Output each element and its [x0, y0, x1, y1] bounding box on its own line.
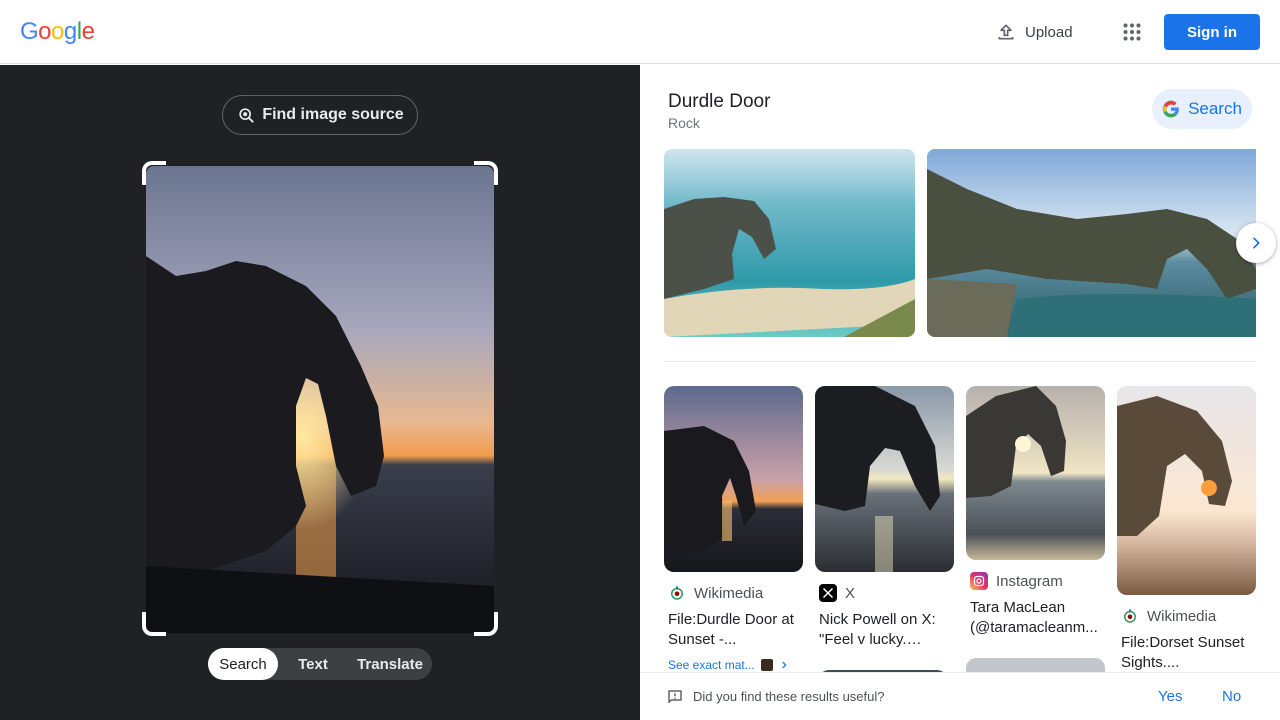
x-logo-icon — [819, 584, 837, 602]
find-image-source-label: Find image source — [262, 106, 404, 123]
result-source: Wikimedia — [694, 584, 764, 602]
exact-match-thumb — [760, 659, 773, 671]
result-source: Wikimedia — [1147, 607, 1217, 625]
feedback-bar: Did you find these results useful? Yes N… — [640, 672, 1280, 720]
next-result-preview — [966, 658, 1105, 672]
result-card[interactable]: X Nick Powell on X: "Feel v lucky. Four.… — [815, 386, 954, 650]
upload-label: Upload — [1025, 23, 1073, 41]
google-search-button[interactable]: Search — [1152, 89, 1252, 129]
image-preview-pane: Find image source Search Text Translate — [0, 65, 640, 720]
logo-letter: o — [51, 18, 64, 45]
apps-grid-icon — [1123, 23, 1141, 41]
mode-tab-search[interactable]: Search — [208, 648, 278, 680]
section-divider — [664, 361, 1256, 362]
wikimedia-icon — [1121, 607, 1139, 625]
upload-button[interactable]: Upload — [984, 12, 1085, 52]
result-card[interactable]: Wikimedia File:Dorset Sunset Sights.... — [1117, 386, 1256, 673]
chevron-right-icon — [782, 661, 787, 669]
result-thumbnail[interactable] — [966, 386, 1105, 560]
result-title[interactable]: File:Dorset Sunset Sights.... — [1121, 633, 1253, 673]
carousel-next-button[interactable] — [1236, 223, 1276, 263]
logo-letter: g — [63, 18, 77, 45]
see-exact-matches-link[interactable]: See exact mat... — [668, 658, 803, 672]
logo-letter: G — [20, 18, 39, 45]
google-logo[interactable]: G o o g l e — [20, 18, 95, 46]
result-thumbnail[interactable] — [1117, 386, 1256, 595]
feedback-yes-button[interactable]: Yes — [1158, 688, 1182, 705]
feedback-no-button[interactable]: No — [1222, 688, 1241, 705]
entity-image[interactable] — [927, 149, 1256, 337]
mode-tab-text[interactable]: Text — [278, 648, 348, 680]
result-title[interactable]: Nick Powell on X: "Feel v lucky. Four... — [819, 610, 951, 650]
crop-handle-top-right[interactable] — [474, 161, 498, 185]
logo-letter: o — [38, 18, 52, 45]
results-pane: Durdle Door Rock Search Wikimedia File:D… — [640, 65, 1280, 720]
lens-search-icon — [239, 108, 254, 123]
feedback-icon — [668, 690, 682, 703]
mode-tab-translate[interactable]: Translate — [348, 648, 432, 680]
sign-in-button[interactable]: Sign in — [1164, 14, 1260, 50]
google-g-icon — [1162, 100, 1179, 118]
result-title[interactable]: Tara MacLean (@taramacleanm... — [970, 598, 1102, 638]
entity-subtitle: Rock — [668, 115, 700, 131]
result-title[interactable]: File:Durdle Door at Sunset -... — [668, 610, 800, 650]
result-card[interactable]: Instagram Tara MacLean (@taramacleanm... — [966, 386, 1105, 638]
result-source: Instagram — [996, 572, 1063, 590]
result-thumbnail[interactable] — [664, 386, 803, 572]
query-image — [146, 166, 494, 633]
entity-title[interactable]: Durdle Door — [668, 91, 770, 113]
crop-handle-bottom-left[interactable] — [142, 612, 166, 636]
find-image-source-button[interactable]: Find image source — [222, 95, 418, 135]
entity-image[interactable] — [664, 149, 915, 337]
google-search-label: Search — [1188, 99, 1242, 118]
top-bar: G o o g l e Upload Sign in — [0, 0, 1280, 64]
feedback-question: Did you find these results useful? — [693, 689, 885, 704]
result-source: X — [845, 584, 856, 602]
result-card[interactable]: Wikimedia File:Durdle Door at Sunset -..… — [664, 386, 803, 672]
exact-match-label: See exact mat... — [668, 658, 755, 672]
mode-switcher: Search Text Translate — [208, 648, 432, 680]
upload-icon — [998, 24, 1014, 40]
apps-button[interactable] — [1112, 12, 1152, 52]
chevron-right-icon — [1253, 237, 1260, 249]
result-thumbnail[interactable] — [815, 386, 954, 572]
wikimedia-icon — [668, 584, 686, 602]
instagram-icon — [970, 572, 988, 590]
logo-letter: e — [81, 18, 95, 45]
crop-handle-bottom-right[interactable] — [474, 612, 498, 636]
crop-handle-top-left[interactable] — [142, 161, 166, 185]
